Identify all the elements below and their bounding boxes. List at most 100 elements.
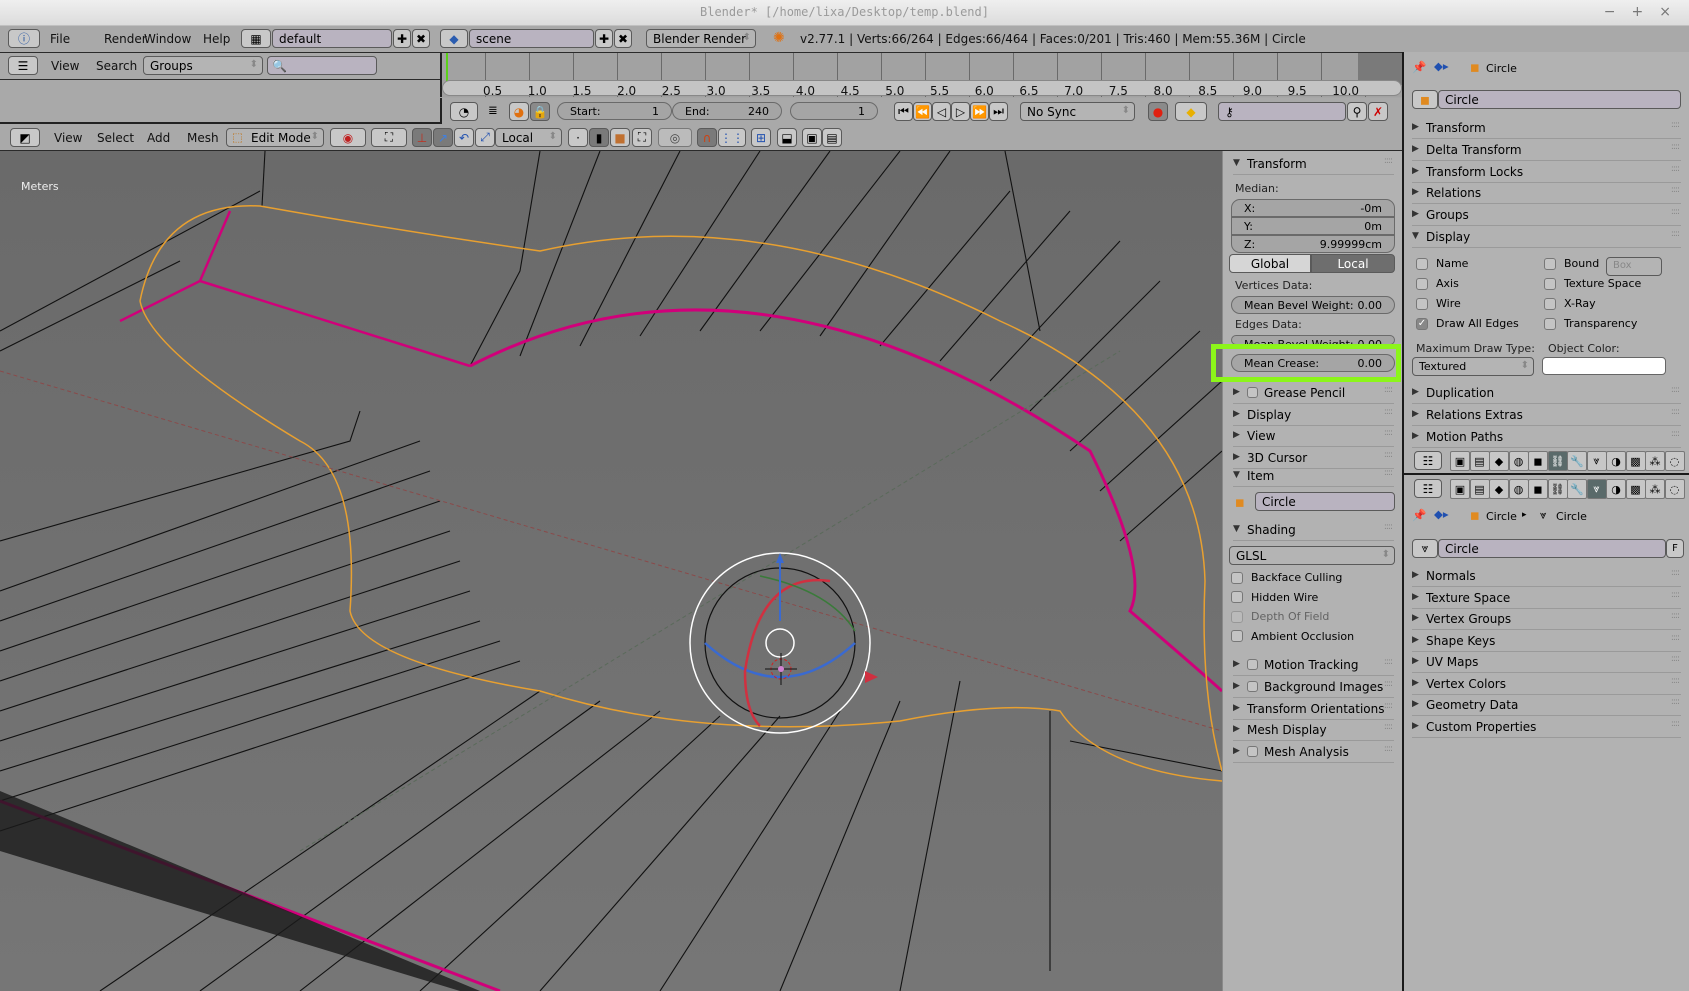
display-option-axis[interactable]: Axis [1416, 277, 1459, 290]
snap-target-button[interactable]: ⊞ [751, 128, 771, 147]
tab-material[interactable]: ◑ [1606, 451, 1626, 471]
checkbox[interactable]: ✓ [1416, 317, 1428, 330]
render-animation-button[interactable]: ▤ [822, 128, 842, 147]
play-button[interactable]: ▷ [951, 102, 970, 121]
drag-handle[interactable]: :::: [1671, 654, 1680, 664]
checkbox[interactable] [1231, 571, 1243, 584]
snap-element-dropdown[interactable]: ⋮⋮ [718, 128, 746, 147]
panel-transform[interactable]: Transform:::: [1233, 154, 1394, 175]
sync-mode-dropdown[interactable]: No Sync [1020, 102, 1135, 121]
shading-option-backface-culling[interactable]: Backface Culling [1231, 571, 1342, 584]
close-button[interactable]: × [1659, 4, 1671, 20]
panel-motion-tracking[interactable]: Motion Tracking:::: [1233, 655, 1394, 676]
pin-icon[interactable]: 📌 [1412, 60, 1426, 74]
timeline-menu-icon[interactable]: ≣ [488, 103, 498, 117]
panel-enable-checkbox[interactable] [1247, 659, 1258, 670]
panel-custom-properties[interactable]: Custom Properties:::: [1412, 717, 1681, 738]
panel-enable-checkbox[interactable] [1247, 680, 1258, 692]
preview-range-toggle[interactable]: ◕ [509, 102, 529, 121]
pivot-point-dropdown[interactable]: ⛶ [371, 128, 407, 147]
panel-item[interactable]: Item:::: [1233, 466, 1394, 487]
display-option-texture-space[interactable]: Texture Space [1544, 277, 1641, 290]
start-frame-field[interactable]: Start: 1 [557, 102, 672, 120]
bound-type-dropdown[interactable]: Box [1606, 257, 1662, 276]
current-frame-field[interactable]: 1 [790, 102, 878, 120]
checkbox[interactable] [1416, 277, 1428, 290]
add-scene-button[interactable]: ✚ [595, 29, 613, 48]
shading-option-hidden-wire[interactable]: Hidden Wire [1231, 591, 1318, 604]
translate-manipulator[interactable]: ↗ [433, 128, 453, 147]
tab-particles[interactable]: ⁂ [1645, 479, 1665, 499]
panel-texture-space[interactable]: Texture Space:::: [1412, 588, 1681, 609]
tab-physics[interactable]: ◌ [1664, 479, 1685, 499]
keying-set-field[interactable]: ⚷ [1218, 102, 1346, 121]
tab-physics[interactable]: ◌ [1664, 451, 1685, 471]
view3d-menu-view[interactable]: View [54, 131, 82, 145]
menu-help[interactable]: Help [203, 32, 230, 46]
drag-handle[interactable]: :::: [1384, 657, 1393, 667]
drag-handle[interactable]: :::: [1384, 522, 1393, 532]
tab-modifiers[interactable]: 🔧 [1567, 451, 1587, 471]
display-option-transparency[interactable]: Transparency [1544, 317, 1637, 330]
panel-transform[interactable]: Transform:::: [1412, 118, 1681, 139]
tab-scene[interactable]: ◆ [1489, 451, 1509, 471]
screen-layout-selector[interactable]: ▦ [241, 29, 271, 48]
drag-handle[interactable]: :::: [1671, 429, 1680, 439]
median-x-field[interactable]: X: -0m [1231, 199, 1395, 217]
drag-handle[interactable]: :::: [1384, 701, 1393, 711]
object-browse-button[interactable]: ◼ [1412, 90, 1438, 109]
item-name-field[interactable]: Circle [1255, 492, 1395, 511]
scale-manipulator[interactable]: ⤢ [475, 128, 495, 147]
add-layout-button[interactable]: ✚ [393, 29, 411, 48]
panel-transform-orientations[interactable]: Transform Orientations:::: [1233, 699, 1394, 720]
play-reverse-button[interactable]: ◁ [932, 102, 951, 121]
insert-keyframe-button[interactable]: ⚲ [1347, 102, 1367, 121]
outliner-display-mode[interactable]: Groups [143, 56, 263, 75]
editor-type-properties[interactable]: ☷ [1414, 479, 1442, 498]
display-option-bound[interactable]: Bound [1544, 257, 1599, 270]
panel-normals[interactable]: Normals:::: [1412, 566, 1681, 587]
view3d-menu-mesh[interactable]: Mesh [187, 131, 219, 145]
drag-handle[interactable]: :::: [1671, 676, 1680, 686]
panel-duplication[interactable]: Duplication:::: [1412, 383, 1681, 404]
screen-layout-field[interactable]: default [272, 29, 392, 48]
display-option-name[interactable]: Name [1416, 257, 1468, 270]
panel-grease-pencil[interactable]: Grease Pencil:::: [1233, 383, 1394, 404]
view3d-menu-add[interactable]: Add [147, 131, 170, 145]
mesh-name-field[interactable]: Circle [1438, 539, 1666, 558]
tab-render[interactable]: ▣ [1450, 451, 1470, 471]
checkbox[interactable] [1544, 297, 1556, 310]
panel-relations-extras[interactable]: Relations Extras:::: [1412, 405, 1681, 426]
panel-shape-keys[interactable]: Shape Keys:::: [1412, 631, 1681, 652]
editor-type-properties[interactable]: ☷ [1414, 451, 1442, 470]
panel-view[interactable]: View:::: [1233, 426, 1394, 447]
panel-motion-paths[interactable]: Motion Paths:::: [1412, 427, 1681, 448]
median-z-field[interactable]: Z: 9.99999cm [1231, 235, 1395, 253]
render-opengl-button[interactable]: ⬓ [777, 128, 797, 147]
drag-handle[interactable]: :::: [1671, 633, 1680, 643]
max-draw-type-dropdown[interactable]: Textured [1412, 357, 1534, 376]
panel-enable-checkbox[interactable] [1247, 387, 1258, 398]
scene-field[interactable]: scene [469, 29, 594, 48]
tab-texture[interactable]: ▩ [1625, 451, 1646, 471]
panel-display[interactable]: Display:::: [1233, 405, 1394, 426]
drag-handle[interactable]: :::: [1671, 568, 1680, 578]
tab-constraints[interactable]: ⛓ [1547, 479, 1568, 499]
tab-modifiers[interactable]: 🔧 [1567, 479, 1587, 499]
shading-option-ambient-occlusion[interactable]: Ambient Occlusion [1231, 630, 1354, 643]
local-toggle[interactable]: Local [1311, 254, 1395, 273]
view3d-menu-select[interactable]: Select [97, 131, 134, 145]
median-y-field[interactable]: Y: 0m [1231, 217, 1395, 235]
object-name-field[interactable]: Circle [1438, 90, 1681, 109]
drag-handle[interactable]: :::: [1384, 468, 1393, 478]
panel-relations[interactable]: Relations:::: [1412, 183, 1681, 205]
drag-handle[interactable]: :::: [1384, 407, 1393, 417]
edge-select-mode[interactable]: ▮ [589, 128, 609, 147]
jump-key-forward-button[interactable]: ⏩ [970, 102, 989, 121]
transform-orientation-dropdown[interactable]: Local [495, 128, 562, 147]
panel-background-images[interactable]: Background Images:::: [1233, 677, 1394, 698]
display-option-draw-all-edges[interactable]: ✓ Draw All Edges [1416, 317, 1519, 330]
record-button[interactable]: ● [1148, 102, 1168, 121]
mesh-browse-button[interactable]: ⩔ [1412, 539, 1438, 558]
tab-mesh-data[interactable]: ⩔ [1586, 451, 1607, 471]
